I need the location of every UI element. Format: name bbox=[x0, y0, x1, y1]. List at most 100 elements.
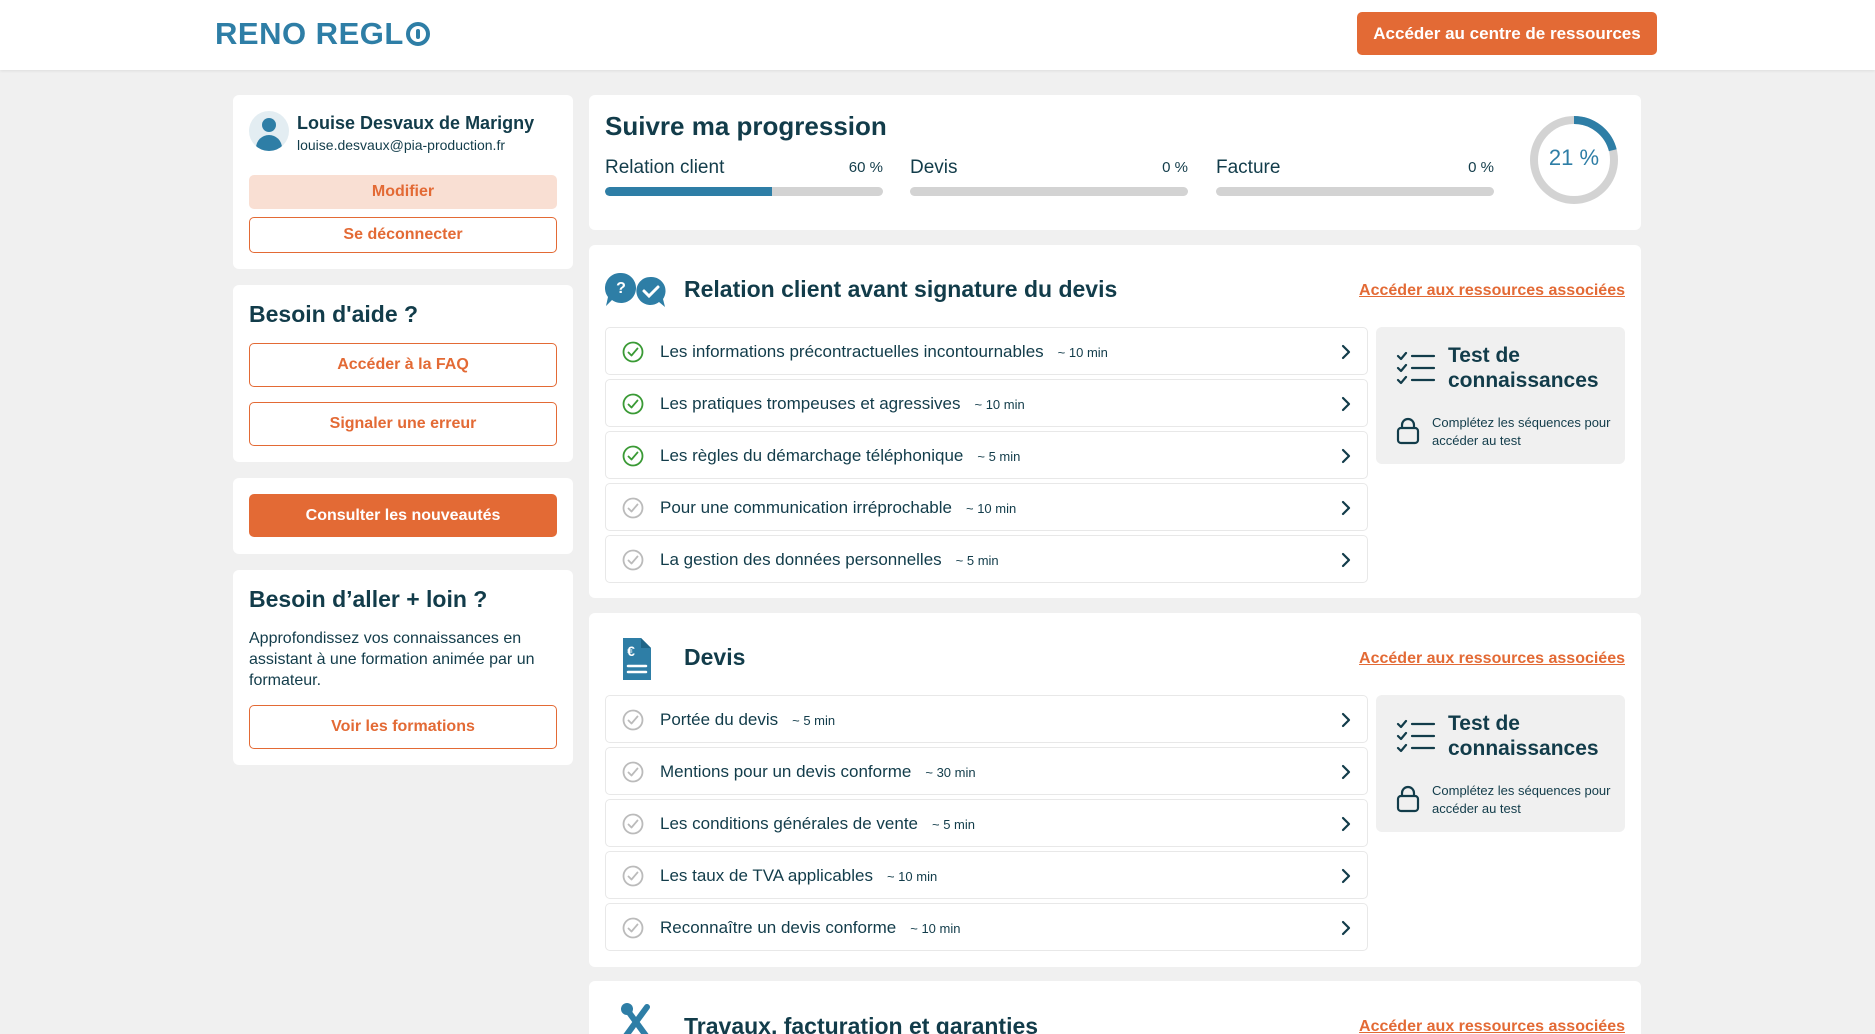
module-list: Les informations précontractuelles incon… bbox=[605, 327, 1368, 587]
profile-name: Louise Desvaux de Marigny bbox=[297, 113, 535, 133]
profile-email: louise.desvaux@pia-production.fr bbox=[297, 137, 505, 153]
module-title: Les pratiques trompeuses et agressives ~ … bbox=[660, 394, 1025, 414]
module-row[interactable]: La gestion des données personnelles ~ 5 m… bbox=[605, 535, 1368, 583]
module-list: Portée du devis ~ 5 min Mentions pour un … bbox=[605, 695, 1368, 955]
logout-button[interactable]: Se déconnecter bbox=[249, 217, 557, 253]
progress-label: Relation client bbox=[605, 157, 725, 178]
module-row[interactable]: Les taux de TVA applicables ~ 10 min bbox=[605, 851, 1368, 899]
section-relation-client: ? Relation client avant signature du dev… bbox=[589, 245, 1641, 598]
pending-check-icon bbox=[622, 709, 644, 731]
chevron-right-icon bbox=[1341, 868, 1351, 884]
module-duration: ~ 10 min bbox=[910, 921, 961, 936]
lock-icon bbox=[1396, 417, 1420, 445]
progress-percent: 60 % bbox=[848, 159, 883, 176]
knowledge-test-card[interactable]: Test de connaissances Complétez les séqu… bbox=[1376, 695, 1625, 832]
progress-bar bbox=[605, 187, 883, 196]
completed-check-icon bbox=[622, 445, 644, 467]
training-card: Besoin d’aller + loin ? Approfondissez v… bbox=[233, 570, 573, 765]
section-title: Relation client avant signature du devis bbox=[684, 276, 1118, 302]
chevron-right-icon bbox=[1341, 344, 1351, 360]
svg-text:€: € bbox=[627, 643, 635, 659]
news-button[interactable]: Consulter les nouveautés bbox=[249, 494, 557, 537]
progress-bar bbox=[910, 187, 1188, 196]
chevron-right-icon bbox=[1341, 552, 1351, 568]
section-title: Devis bbox=[684, 644, 746, 670]
chevron-right-icon bbox=[1341, 920, 1351, 936]
module-row[interactable]: Pour une communication irréprochable ~ 10… bbox=[605, 483, 1368, 531]
section-travaux: Travaux, facturation et garanties Accéde… bbox=[589, 981, 1641, 1034]
progress-label: Devis bbox=[910, 157, 958, 178]
module-duration: ~ 5 min bbox=[932, 817, 976, 832]
progress-bar-fill bbox=[605, 187, 772, 196]
pending-check-icon bbox=[622, 865, 644, 887]
invoice-euro-icon: € bbox=[623, 638, 651, 680]
module-duration: ~ 10 min bbox=[1057, 345, 1108, 360]
module-title-text: Pour une communication irréprochable bbox=[660, 498, 952, 517]
progress-percent: 0 % bbox=[1162, 159, 1188, 176]
module-title: Mentions pour un devis conforme ~ 30 min bbox=[660, 762, 976, 782]
pending-check-icon bbox=[622, 549, 644, 571]
module-row[interactable]: Mentions pour un devis conforme ~ 30 min bbox=[605, 747, 1368, 795]
module-row[interactable]: Les informations précontractuelles incon… bbox=[605, 327, 1368, 375]
module-title-text: Reconnaître un devis conforme bbox=[660, 918, 897, 937]
module-title-text: Les taux de TVA applicables bbox=[660, 866, 873, 885]
module-title: La gestion des données personnelles ~ 5 m… bbox=[660, 550, 999, 570]
module-duration: ~ 30 min bbox=[925, 765, 976, 780]
module-row[interactable]: Les conditions générales de vente ~ 5 min bbox=[605, 799, 1368, 847]
module-duration: ~ 5 min bbox=[977, 449, 1021, 464]
test-note: Complétez les séquences pour accéder au … bbox=[1432, 783, 1611, 816]
trainings-button[interactable]: Voir les formations bbox=[249, 705, 557, 749]
module-duration: ~ 5 min bbox=[792, 713, 836, 728]
module-row[interactable]: Les règles du démarchage téléphonique ~ 5… bbox=[605, 431, 1368, 479]
overall-progress-label: 21 % bbox=[1548, 145, 1600, 170]
logo[interactable]: RENO REGL bbox=[215, 16, 430, 52]
avatar-icon bbox=[249, 111, 289, 151]
pending-check-icon bbox=[622, 497, 644, 519]
checklist-icon bbox=[1396, 351, 1436, 385]
progress-label: Facture bbox=[1216, 157, 1281, 178]
resources-center-button[interactable]: Accéder au centre de ressources bbox=[1357, 12, 1657, 55]
test-title: Test de connaissances bbox=[1448, 344, 1599, 392]
profile-card: Louise Desvaux de Marigny louise.desvaux… bbox=[233, 95, 573, 269]
report-error-button[interactable]: Signaler une erreur bbox=[249, 402, 557, 446]
module-title: Portée du devis ~ 5 min bbox=[660, 710, 835, 730]
module-title-text: Les pratiques trompeuses et agressives bbox=[660, 394, 961, 413]
section-title: Travaux, facturation et garanties bbox=[684, 1013, 1039, 1034]
edit-profile-button[interactable]: Modifier bbox=[249, 175, 557, 209]
module-title: Les informations précontractuelles incon… bbox=[660, 342, 1108, 362]
module-row[interactable]: Les pratiques trompeuses et agressives ~ … bbox=[605, 379, 1368, 427]
module-title-text: Portée du devis bbox=[660, 710, 779, 729]
module-row[interactable]: Reconnaître un devis conforme ~ 10 min bbox=[605, 903, 1368, 951]
module-title-text: Mentions pour un devis conforme bbox=[660, 762, 912, 781]
progress-percent: 0 % bbox=[1468, 159, 1494, 176]
module-duration: ~ 5 min bbox=[955, 553, 999, 568]
knowledge-test-card[interactable]: Test de connaissances Complétez les séqu… bbox=[1376, 327, 1625, 464]
pending-check-icon bbox=[622, 813, 644, 835]
checklist-icon bbox=[1396, 719, 1436, 753]
test-note: Complétez les séquences pour accéder au … bbox=[1432, 415, 1611, 448]
chevron-right-icon bbox=[1341, 448, 1351, 464]
module-duration: ~ 10 min bbox=[886, 869, 938, 884]
section-resources-link[interactable]: Accéder aux ressources associées bbox=[1359, 282, 1625, 300]
module-row[interactable]: Portée du devis ~ 5 min bbox=[605, 695, 1368, 743]
training-text: Approfondissez vos connaissances en assi… bbox=[249, 630, 535, 689]
logo-text: RENO REGL bbox=[215, 16, 404, 51]
completed-check-icon bbox=[622, 341, 644, 363]
training-title: Besoin d’aller + loin ? bbox=[249, 586, 488, 612]
pending-check-icon bbox=[622, 917, 644, 939]
module-title-text: Les conditions générales de vente bbox=[660, 814, 919, 833]
top-bar: RENO REGL Accéder au centre de ressource… bbox=[0, 0, 1875, 70]
module-title: Pour une communication irréprochable ~ 10… bbox=[660, 498, 1016, 518]
faq-button[interactable]: Accéder à la FAQ bbox=[249, 343, 557, 387]
chevron-right-icon bbox=[1341, 396, 1351, 412]
chevron-right-icon bbox=[1341, 764, 1351, 780]
chevron-right-icon bbox=[1341, 712, 1351, 728]
module-duration: ~ 10 min bbox=[966, 501, 1017, 516]
module-title: Les taux de TVA applicables ~ 10 min bbox=[660, 866, 937, 886]
section-devis: € Devis Accéder aux ressources associées… bbox=[589, 613, 1641, 967]
news-card: Consulter les nouveautés bbox=[233, 478, 573, 554]
module-title-text: Les règles du démarchage téléphonique bbox=[660, 446, 964, 465]
tools-icon bbox=[621, 1003, 650, 1034]
section-resources-link[interactable]: Accéder aux ressources associées bbox=[1359, 650, 1625, 668]
section-resources-link[interactable]: Accéder aux ressources associées bbox=[1359, 1018, 1625, 1034]
